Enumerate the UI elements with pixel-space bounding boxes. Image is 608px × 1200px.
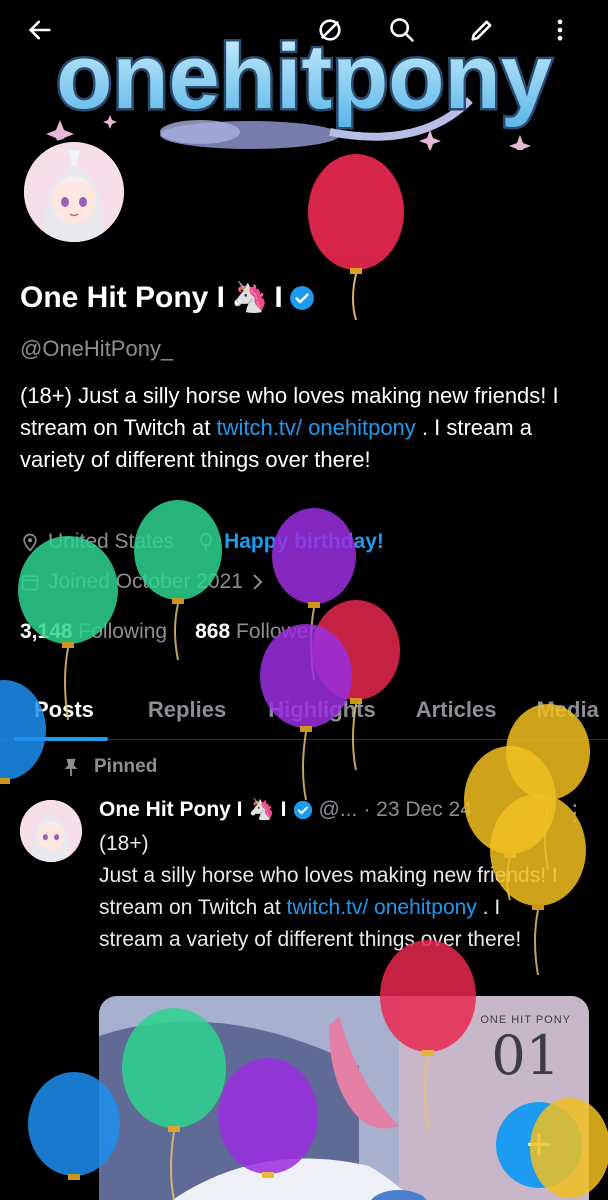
search-button[interactable]	[386, 14, 418, 46]
avatar-image	[24, 142, 124, 242]
more-options-button[interactable]	[544, 14, 576, 46]
grok-button[interactable]	[314, 14, 346, 46]
followers-link[interactable]: 868 Followers	[195, 620, 326, 644]
followers-count: 868	[195, 620, 231, 643]
verified-badge-icon	[293, 800, 312, 820]
tab-posts[interactable]: Posts	[14, 680, 108, 741]
vertical-dots-icon	[557, 19, 563, 41]
profile-name-suffix: I	[274, 280, 283, 314]
tab-replies-label: Replies	[147, 697, 227, 722]
tab-media[interactable]: Media	[536, 680, 598, 740]
balloon-icon	[200, 532, 212, 551]
location-pin-icon	[23, 533, 37, 552]
tab-active-indicator	[14, 737, 108, 741]
post-author-handle: @...	[318, 798, 358, 821]
banner-logo: onehitpony	[46, 24, 554, 150]
post-date: · 23 Dec 24	[363, 798, 472, 821]
birthday-text[interactable]: Happy birthday!	[224, 530, 384, 554]
compose-button[interactable]: +	[496, 1102, 582, 1188]
profile-handle: @OneHitPony_	[20, 336, 174, 361]
edit-button[interactable]	[466, 14, 498, 46]
pin-icon	[64, 758, 78, 777]
chevron-right-icon	[253, 574, 263, 590]
location-text: United States	[48, 530, 175, 553]
media-badge: ONE HIT PONY 01	[480, 1014, 571, 1086]
location: United States	[20, 530, 174, 554]
profile-meta-joined-row: Joined October 2021	[20, 570, 265, 594]
tab-highlights[interactable]: Highlights	[268, 680, 376, 740]
profile-bio: (18+) Just a silly horse who loves makin…	[20, 380, 590, 476]
profile-name: One Hit Pony I 🦄 I	[20, 280, 315, 315]
slash-circle-icon	[319, 19, 341, 41]
search-icon	[390, 18, 414, 42]
followers-label: Followers	[236, 620, 326, 643]
calendar-icon	[21, 575, 39, 591]
follow-counts: 3,148 Following 868 Followers	[20, 620, 326, 644]
profile-tabs: Posts Replies Highlights Articles Media	[0, 680, 608, 741]
pencil-icon	[471, 20, 492, 41]
tab-articles[interactable]: Articles	[416, 680, 497, 740]
following-count: 3,148	[20, 620, 73, 643]
tab-replies[interactable]: Replies	[148, 680, 226, 740]
birthday[interactable]: Happy birthday!	[196, 530, 384, 554]
joined-text: Joined October 2021	[48, 570, 243, 593]
profile-name-text: One Hit Pony I	[20, 280, 226, 314]
post-author-avatar[interactable]	[20, 800, 82, 862]
bio-twitch-link[interactable]: twitch.tv/ onehitpony	[216, 415, 415, 440]
media-badge-number: 01	[491, 1024, 561, 1087]
post-author-name[interactable]: One Hit Pony I	[99, 798, 243, 822]
profile-avatar[interactable]	[20, 138, 128, 246]
pinned-label: Pinned	[94, 756, 158, 777]
tab-highlights-label: Highlights	[268, 697, 376, 722]
verified-badge-icon[interactable]	[289, 285, 315, 311]
post-twitch-link[interactable]: twitch.tv/ onehitpony	[287, 896, 477, 919]
post-author-emoji: 🦄	[248, 798, 275, 821]
profile-meta-location-row: United States Happy birthday!	[20, 530, 384, 554]
back-button[interactable]	[24, 14, 56, 46]
tab-media-label: Media	[536, 697, 599, 722]
tab-articles-label: Articles	[415, 697, 497, 722]
pinned-indicator: Pinned	[62, 756, 157, 778]
post-text: (18+) Just a silly horse who loves makin…	[99, 828, 569, 956]
arrow-left-icon	[28, 20, 51, 40]
following-label: Following	[78, 620, 168, 643]
post-header: One Hit Pony I 🦄 I @... · 23 Dec 24	[99, 798, 472, 822]
post-more-button[interactable]: ⋮	[564, 800, 586, 826]
unicorn-emoji: 🦄	[231, 281, 269, 314]
tab-posts-label: Posts	[34, 697, 94, 722]
balloon	[308, 154, 404, 321]
post-author-suffix: I	[280, 798, 287, 821]
following-link[interactable]: 3,148 Following	[20, 620, 167, 644]
